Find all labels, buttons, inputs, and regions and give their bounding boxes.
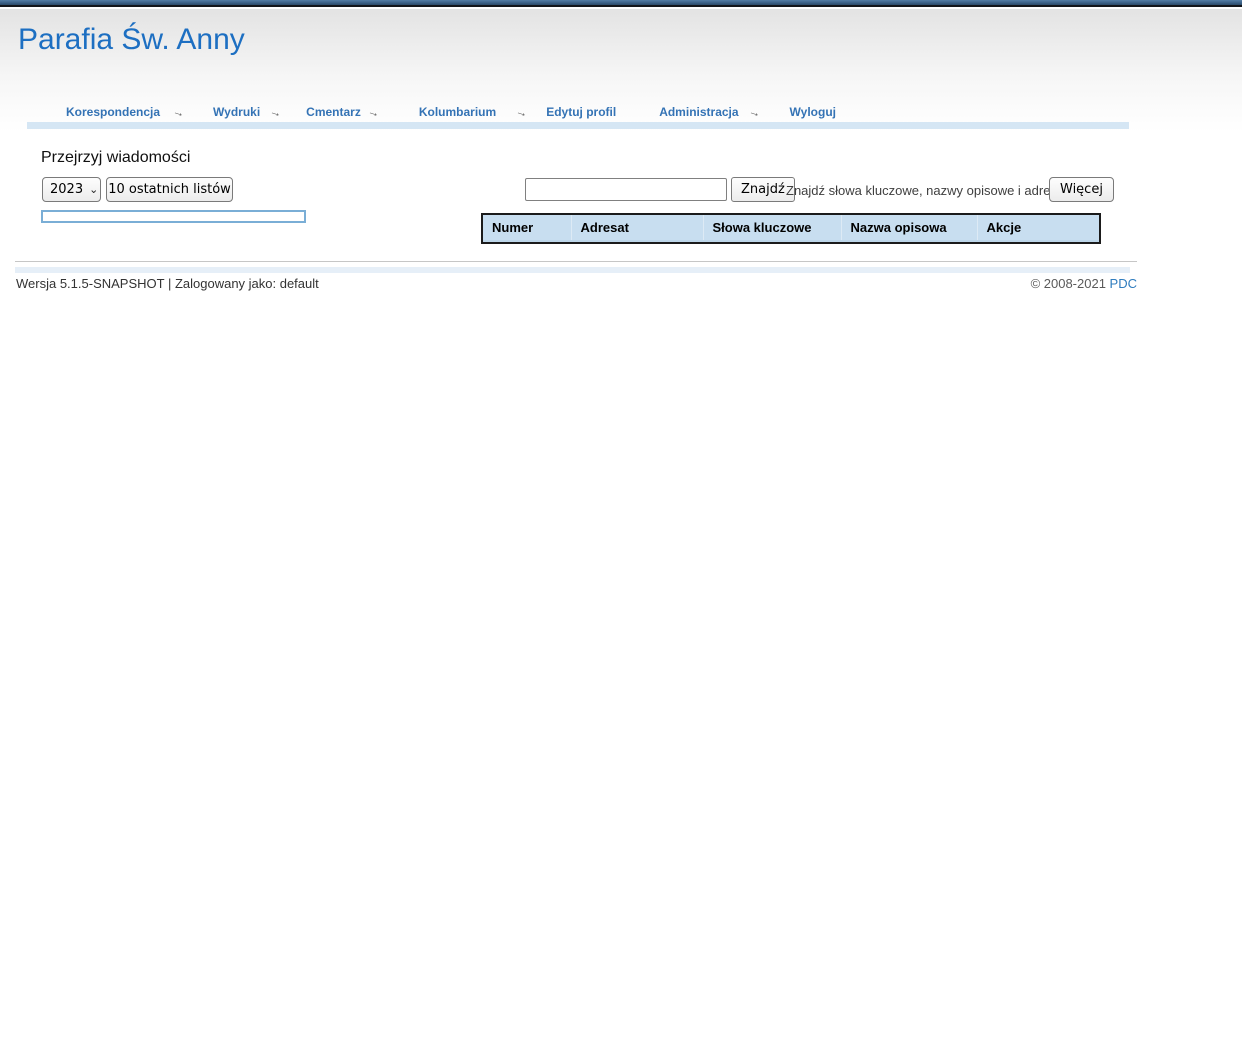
footer-divider xyxy=(15,261,1137,262)
nav-item-edytuj-profil[interactable]: Edytuj profil xyxy=(546,105,616,119)
table-empty-row xyxy=(482,240,1100,243)
main-nav: Korespondencja → Wydruki → Cmentarz → Ko… xyxy=(66,104,836,120)
table-header-row: Numer Adresat Słowa kluczowe Nazwa opiso… xyxy=(482,214,1100,240)
top-accent-bar xyxy=(0,0,1242,7)
column-header-numer: Numer xyxy=(482,214,571,240)
year-select-value: 2023 xyxy=(50,182,83,197)
recent-letters-button[interactable]: 10 ostatnich listów xyxy=(106,177,233,202)
nav-item-korespondencja[interactable]: Korespondencja xyxy=(66,105,160,119)
column-header-slowa-kluczowe: Słowa kluczowe xyxy=(703,214,841,240)
submenu-arrow-icon: → xyxy=(366,103,382,120)
more-button[interactable]: Więcej xyxy=(1049,177,1114,202)
nav-item-administracja[interactable]: Administracja xyxy=(659,105,738,119)
nav-item-cmentarz[interactable]: Cmentarz xyxy=(306,105,361,119)
column-header-akcje: Akcje xyxy=(977,214,1100,240)
pdc-link[interactable]: PDC xyxy=(1110,276,1137,291)
nav-accent-bar xyxy=(27,122,1129,129)
search-hint: Znajdź słowa kluczowe, nazwy opisowe i a… xyxy=(786,183,1063,198)
nav-item-wyloguj[interactable]: Wyloguj xyxy=(790,105,836,119)
chevron-down-icon: ⌄ xyxy=(89,186,98,194)
submenu-arrow-icon: → xyxy=(171,103,187,120)
search-input[interactable] xyxy=(525,178,727,201)
section-heading: Przejrzyj wiadomości xyxy=(41,149,190,167)
submenu-arrow-icon: → xyxy=(268,103,284,120)
message-list-box xyxy=(41,210,306,223)
column-header-nazwa-opisowa: Nazwa opisowa xyxy=(841,214,977,240)
year-select[interactable]: 2023 ⌄ xyxy=(42,177,101,202)
nav-item-wydruki[interactable]: Wydruki xyxy=(213,105,260,119)
column-header-adresat: Adresat xyxy=(571,214,703,240)
submenu-arrow-icon: → xyxy=(747,103,763,120)
footer-accent-bar xyxy=(15,267,1130,273)
footer-copyright: © 2008-2021 PDC xyxy=(837,276,1137,291)
nav-item-kolumbarium[interactable]: Kolumbarium xyxy=(419,105,496,119)
footer-version-text: Wersja 5.1.5-SNAPSHOT | Zalogowany jako:… xyxy=(16,276,319,291)
copyright-text: © 2008-2021 xyxy=(1031,276,1106,291)
results-table: Numer Adresat Słowa kluczowe Nazwa opiso… xyxy=(481,213,1101,244)
page-title: Parafia Św. Anny xyxy=(18,22,245,58)
submenu-arrow-icon: → xyxy=(514,103,530,120)
